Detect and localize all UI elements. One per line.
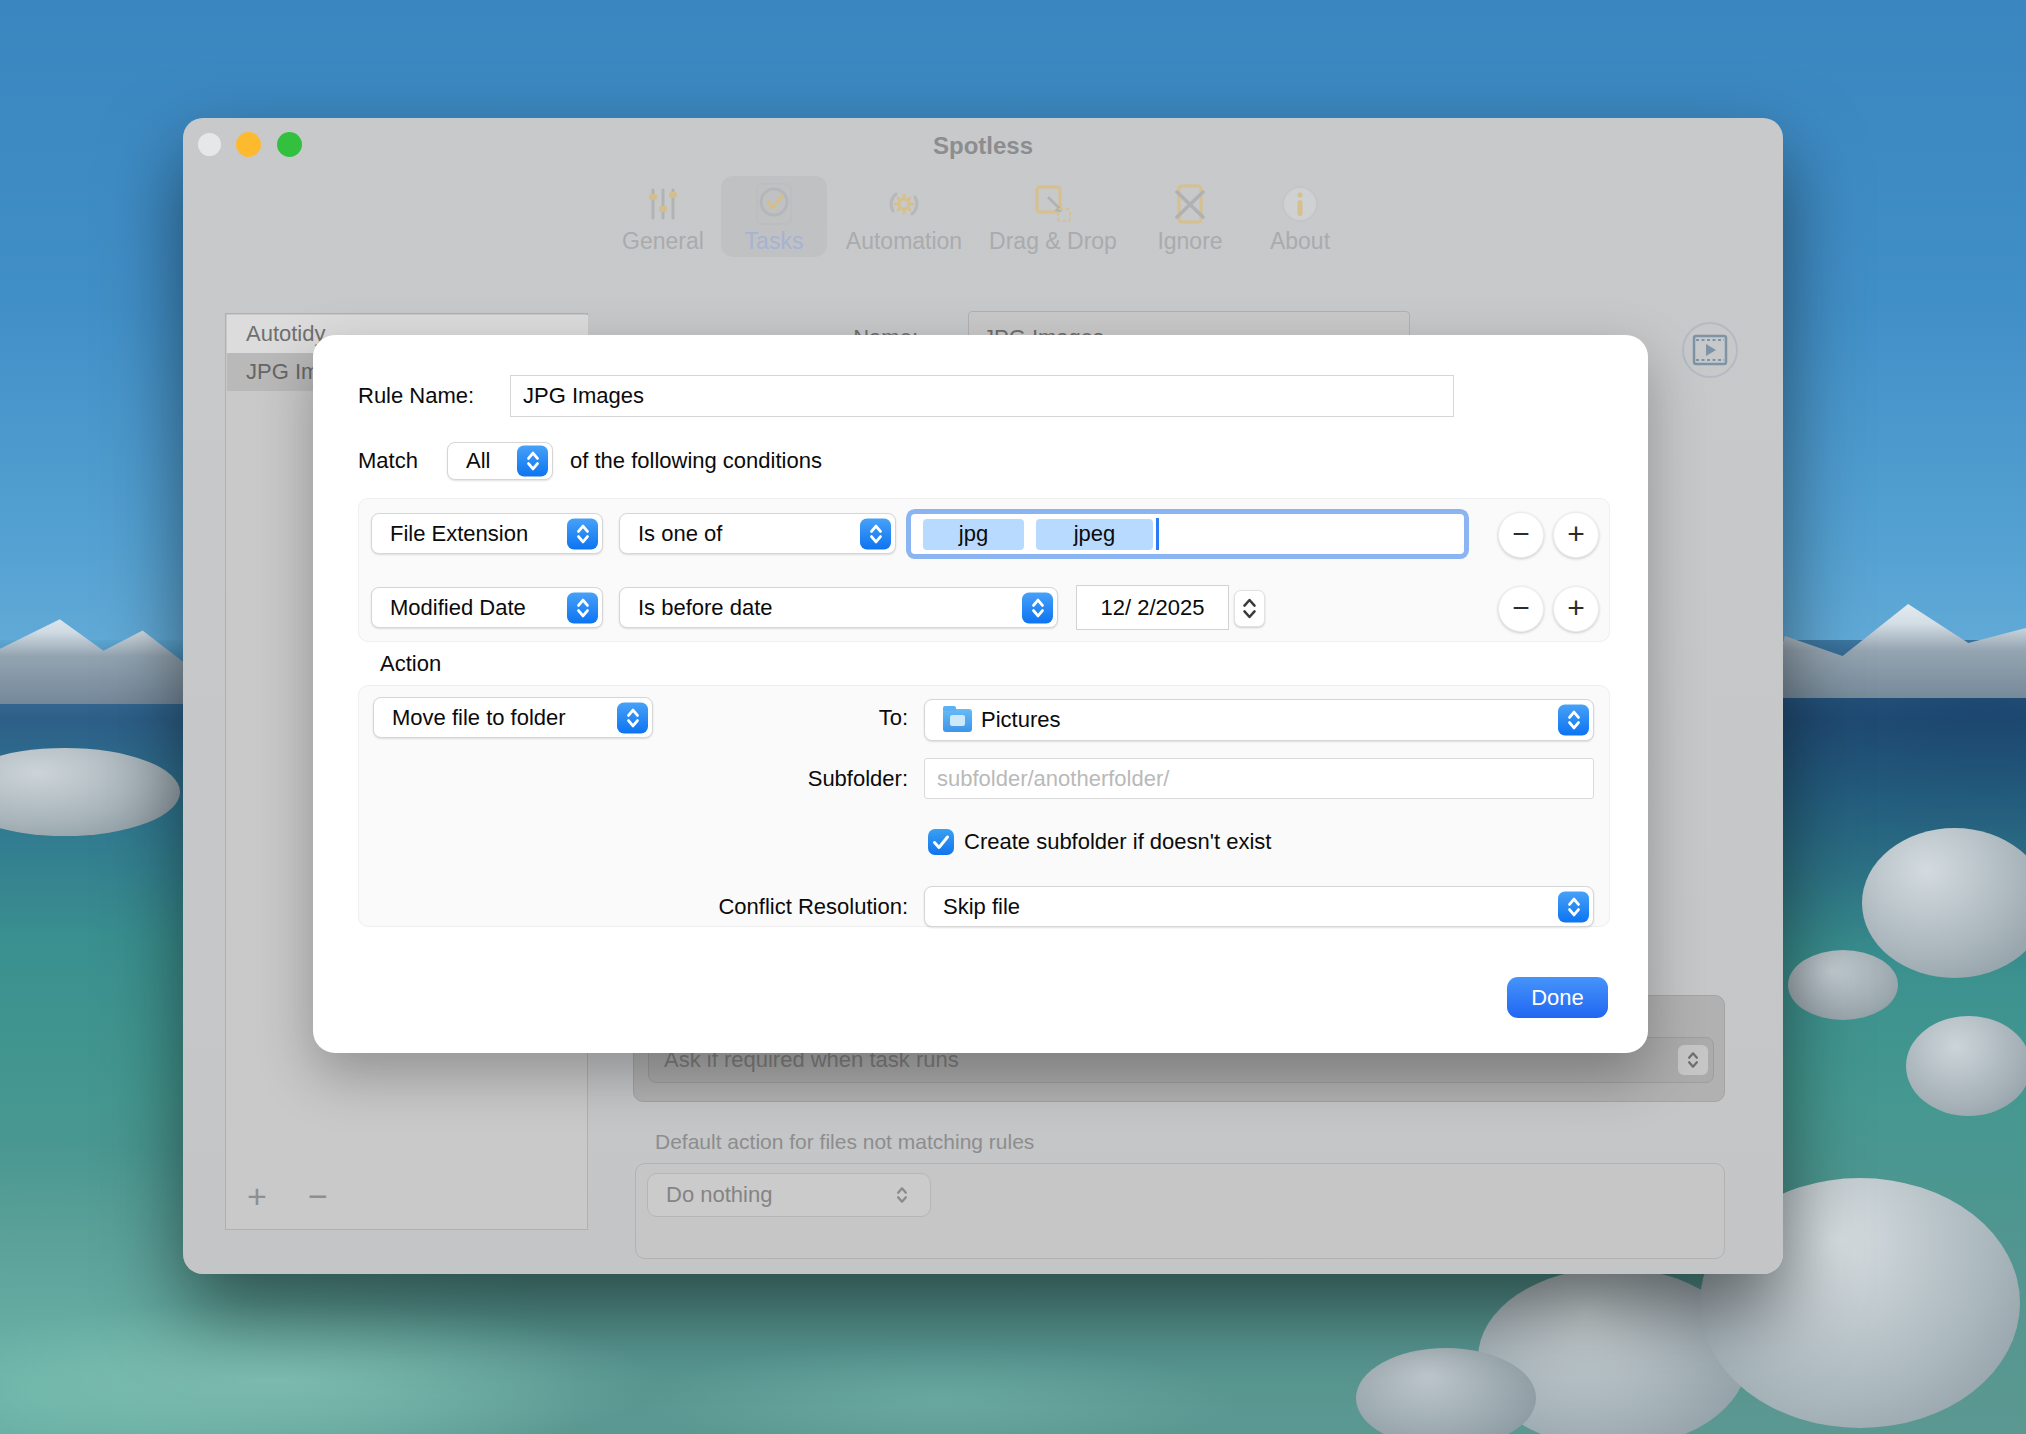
- extensions-token-field[interactable]: jpg jpeg: [911, 514, 1464, 554]
- condition2-remove-button[interactable]: −: [1498, 586, 1544, 632]
- match-select[interactable]: All: [447, 442, 553, 480]
- stepper-icon: [860, 518, 891, 549]
- match-label: Match: [358, 440, 418, 482]
- stepper-icon: [567, 518, 598, 549]
- stepper-icon: [617, 702, 648, 733]
- chevron-updown-icon: [889, 1181, 915, 1209]
- window-title: Spotless: [183, 132, 1783, 160]
- date-field[interactable]: 12/ 2/2025: [1076, 585, 1229, 630]
- chevron-updown-icon: [1678, 1045, 1708, 1075]
- checkmark-icon: [928, 829, 954, 855]
- toolbar-item-dragdrop[interactable]: Drag & Drop: [978, 176, 1128, 256]
- stepper-icon: [1022, 592, 1053, 623]
- film-play-icon: [1692, 334, 1728, 366]
- remove-task-button[interactable]: −: [308, 1177, 328, 1216]
- action-type-select[interactable]: Move file to folder: [373, 697, 653, 738]
- conflict-resolution-label: Conflict Resolution:: [641, 886, 908, 927]
- condition1-remove-button[interactable]: −: [1498, 512, 1544, 558]
- desktop: Spotless General: [0, 0, 2026, 1434]
- match-suffix-label: of the following conditions: [570, 440, 822, 482]
- condition2-operator-value: Is before date: [638, 595, 773, 621]
- stepper-icon: [1558, 891, 1589, 922]
- stepper-icon: [517, 446, 548, 477]
- match-select-value: All: [466, 448, 490, 474]
- toolbar-label-about: About: [1225, 228, 1375, 255]
- gear-arrows-icon: [882, 182, 926, 226]
- date-stepper[interactable]: [1234, 590, 1265, 627]
- info-icon: [1278, 182, 1322, 226]
- create-subfolder-label: Create subfolder if doesn't exist: [964, 827, 1271, 857]
- toolbar-label-automation: Automation: [829, 228, 979, 255]
- run-task-button[interactable]: [1682, 322, 1738, 378]
- destination-folder-select[interactable]: Pictures: [924, 699, 1594, 741]
- action-section-label: Action: [380, 649, 441, 679]
- condition1-field-select[interactable]: File Extension: [371, 513, 603, 554]
- toolbar-item-about[interactable]: About: [1225, 176, 1375, 256]
- toolbar-item-automation[interactable]: Automation: [829, 176, 979, 256]
- to-label: To:: [831, 697, 908, 738]
- default-action-label: Default action for files not matching ru…: [655, 1130, 1034, 1154]
- create-subfolder-checkbox[interactable]: [928, 829, 954, 855]
- text-caret: [1156, 518, 1159, 550]
- sliders-icon: [641, 182, 685, 226]
- condition1-field-value: File Extension: [390, 521, 528, 547]
- drag-drop-icon: [1031, 182, 1075, 226]
- conflict-resolution-select[interactable]: Skip file: [924, 886, 1594, 927]
- stepper-icon: [567, 592, 598, 623]
- toolbar-item-tasks[interactable]: Tasks: [699, 176, 849, 256]
- checkmark-circle-icon: [752, 182, 796, 226]
- rule-editor-dialog: Rule Name: JPG Images Match All of the f…: [313, 335, 1648, 1053]
- stepper-icon: [1558, 705, 1589, 736]
- subfolder-label: Subfolder:: [771, 758, 908, 799]
- condition2-field-value: Modified Date: [390, 595, 526, 621]
- done-button[interactable]: Done: [1507, 977, 1608, 1018]
- wallpaper-rock: [1906, 1016, 2026, 1116]
- toolbar-label-tasks: Tasks: [699, 228, 849, 255]
- token-jpg[interactable]: jpg: [923, 519, 1024, 550]
- condition1-add-button[interactable]: +: [1553, 512, 1599, 558]
- ignore-icon: [1168, 182, 1212, 226]
- folder-icon: [943, 709, 972, 732]
- add-task-button[interactable]: +: [247, 1177, 267, 1216]
- conditions-box: File Extension Is one of jpg jpeg − + Mo…: [358, 498, 1610, 642]
- rule-name-field[interactable]: JPG Images: [510, 375, 1454, 417]
- conflict-resolution-value: Skip file: [943, 894, 1020, 920]
- action-type-value: Move file to folder: [392, 705, 566, 731]
- condition2-operator-select[interactable]: Is before date: [619, 587, 1058, 628]
- subfolder-field[interactable]: subfolder/anotherfolder/: [924, 758, 1594, 799]
- condition1-operator-value: Is one of: [638, 521, 722, 547]
- condition2-add-button[interactable]: +: [1553, 586, 1599, 632]
- condition1-operator-select[interactable]: Is one of: [619, 513, 896, 554]
- rule-name-label: Rule Name:: [358, 375, 474, 417]
- action-box: Move file to folder To: Pictures Subfold…: [358, 685, 1610, 927]
- wallpaper-rock: [1788, 950, 1898, 1020]
- destination-folder-value: Pictures: [981, 707, 1060, 733]
- condition2-field-select[interactable]: Modified Date: [371, 587, 603, 628]
- toolbar-label-dragdrop: Drag & Drop: [978, 228, 1128, 255]
- token-jpeg[interactable]: jpeg: [1036, 519, 1153, 550]
